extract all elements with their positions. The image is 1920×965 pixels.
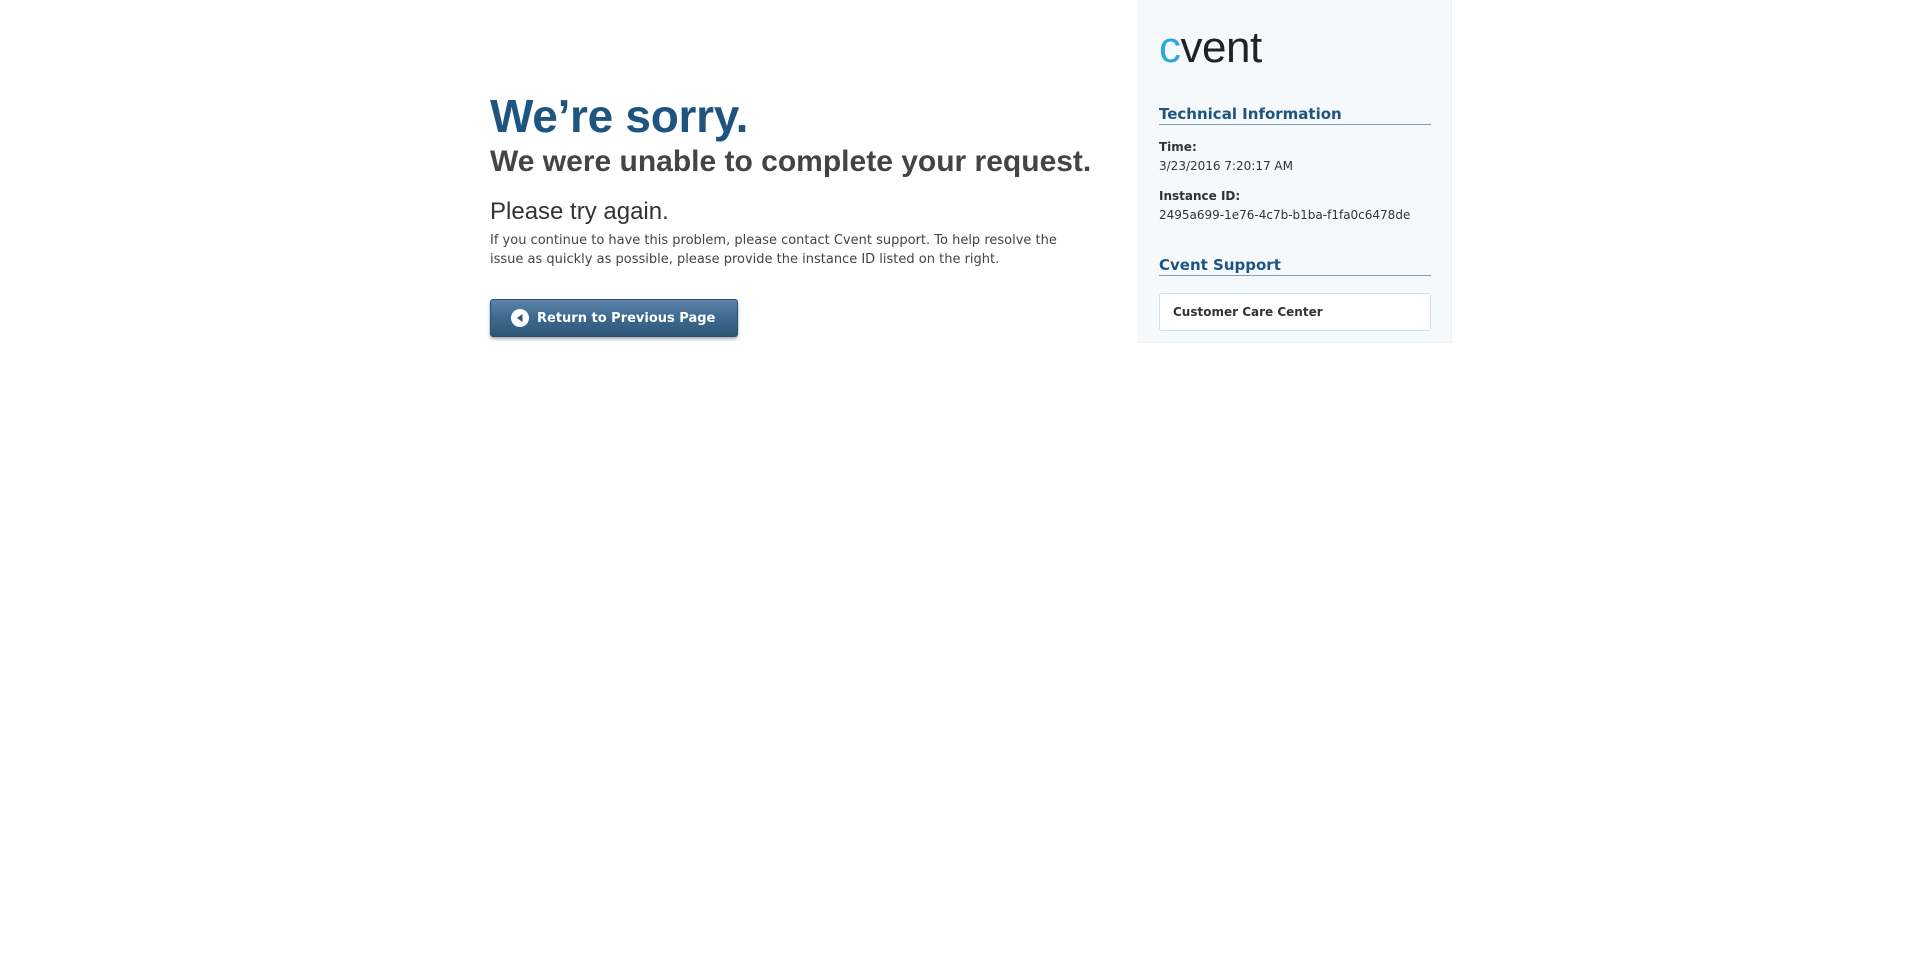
return-button-label: Return to Previous Page <box>537 310 716 326</box>
try-again-text: Please try again. <box>490 198 669 225</box>
time-label: Time: <box>1159 140 1197 154</box>
error-content: We’re sorry. We were unable to complete … <box>490 88 1110 337</box>
error-subheading: We were unable to complete your request. <box>490 145 1092 178</box>
instance-id-value: 2495a699-1e76-4c7b-b1ba-f1fa0c6478de <box>1159 208 1411 222</box>
info-sidebar: cvent Technical Information Time: 3/23/2… <box>1138 0 1452 343</box>
back-arrow-circle-icon <box>511 309 529 327</box>
logo-accent-letter: c <box>1159 26 1181 70</box>
instance-id-label: Instance ID: <box>1159 189 1241 203</box>
time-value: 3/23/2016 7:20:17 AM <box>1159 159 1293 173</box>
cvent-support-heading: Cvent Support <box>1159 255 1431 276</box>
cvent-logo: cvent <box>1159 26 1262 70</box>
help-text: If you continue to have this problem, pl… <box>490 233 1057 267</box>
svg-text:cvent: cvent <box>1159 26 1262 70</box>
logo-text: vent <box>1181 26 1262 70</box>
error-headline: We’re sorry. <box>490 90 749 142</box>
technical-information-heading: Technical Information <box>1159 104 1431 125</box>
customer-care-center-link[interactable]: Customer Care Center <box>1159 293 1431 331</box>
return-to-previous-page-button[interactable]: Return to Previous Page <box>490 299 739 337</box>
